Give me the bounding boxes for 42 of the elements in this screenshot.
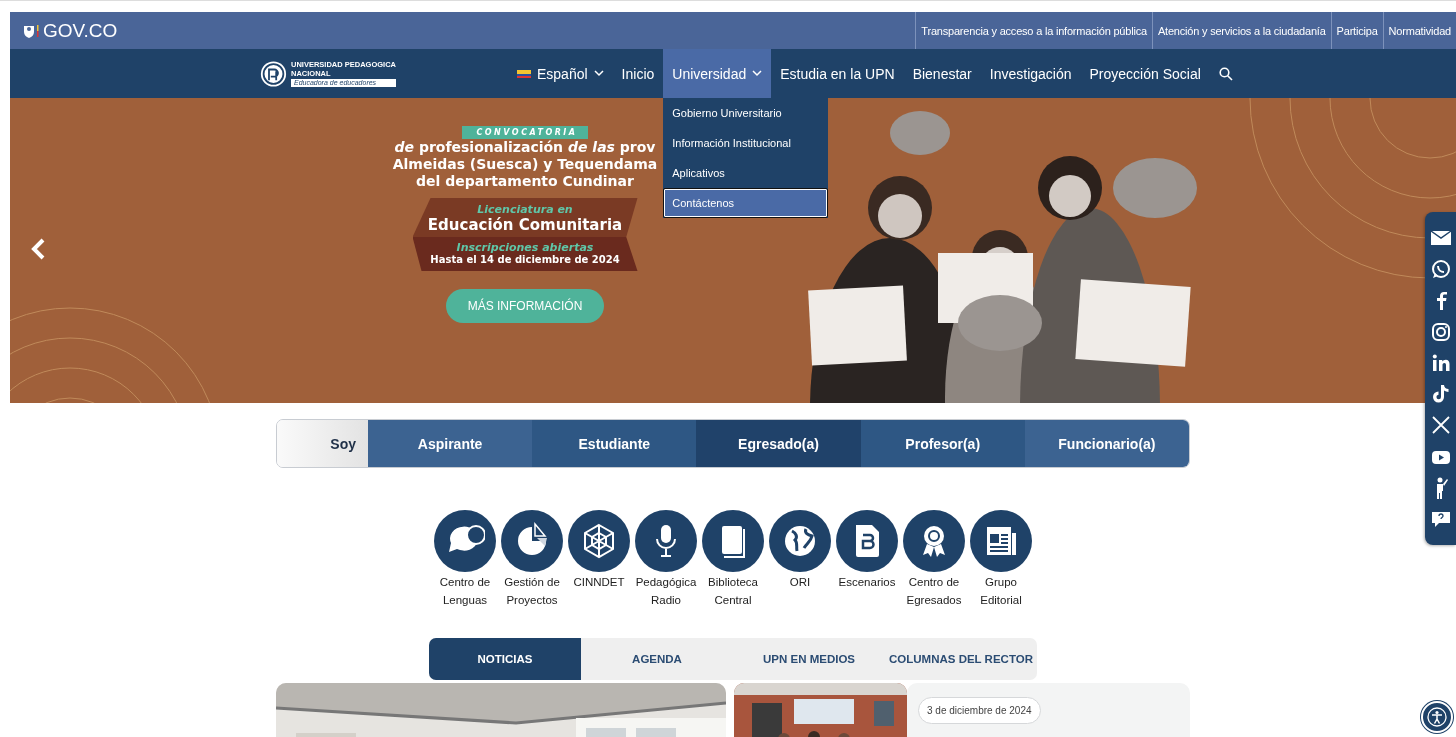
accessibility-icon bbox=[1427, 707, 1447, 727]
nav-link[interactable]: Universidad bbox=[663, 49, 772, 98]
audience-tab[interactable]: Profesor(a) bbox=[860, 420, 1025, 467]
deadline-text: Hasta el 14 de diciembre de 2024 bbox=[430, 254, 620, 265]
nav-link[interactable]: Investigación bbox=[980, 49, 1081, 98]
chat-phone-icon[interactable] bbox=[1429, 257, 1452, 280]
dropdown-item[interactable]: Aplicativos bbox=[663, 158, 829, 188]
nav-link[interactable]: Inicio bbox=[612, 49, 664, 98]
program-kicker: Licenciatura en bbox=[477, 203, 573, 216]
banner-heading: de profesionalización de las prov bbox=[394, 139, 656, 156]
soy-label: Soy bbox=[330, 435, 356, 452]
flag-icon bbox=[517, 69, 531, 78]
gov-logo-text[interactable]: GOV.CO bbox=[43, 19, 118, 42]
nav-link[interactable]: Bienestar bbox=[903, 49, 981, 98]
university-seal-icon bbox=[260, 58, 287, 89]
news-tab[interactable]: COLUMNAS DEL RECTOR bbox=[885, 638, 1037, 680]
dropdown-item[interactable]: Contáctenos bbox=[663, 188, 829, 218]
dropdown-item[interactable]: Gobierno Universitario bbox=[663, 98, 829, 128]
audience-tab[interactable]: Aspirante bbox=[368, 420, 533, 467]
nav-link[interactable]: Proyección Social bbox=[1080, 49, 1210, 98]
nav-link[interactable]: Español bbox=[508, 49, 613, 98]
banner-heading: Almeidas (Suesca) y Tequendama bbox=[392, 156, 658, 173]
date-badge: 3 de diciembre de 2024 bbox=[918, 697, 1041, 724]
nav-link[interactable]: Estudia en la UPN bbox=[771, 49, 904, 98]
chevron-left-icon[interactable] bbox=[30, 238, 46, 260]
news-tab[interactable]: AGENDA bbox=[581, 638, 733, 680]
enrollment-status: Inscripciones abiertas bbox=[456, 241, 594, 254]
instagram-icon[interactable] bbox=[1429, 320, 1452, 343]
program-title: Educación Comunitaria bbox=[427, 216, 623, 234]
dropdown-item[interactable]: Información Institucional bbox=[663, 128, 829, 158]
shield-icon bbox=[22, 22, 39, 39]
audience-tab[interactable]: Estudiante bbox=[532, 420, 697, 467]
news-tab[interactable]: NOTICIAS bbox=[429, 638, 581, 680]
audience-tab[interactable]: Egresado(a) bbox=[696, 420, 861, 467]
search-icon bbox=[1218, 66, 1233, 81]
banner-heading: del departamento Cundinar bbox=[416, 173, 634, 190]
chevron-down-icon bbox=[593, 70, 604, 77]
banner-tag: CONVOCATORIA bbox=[462, 126, 588, 139]
chevron-down-icon bbox=[752, 70, 763, 77]
accessibility-button[interactable] bbox=[1421, 701, 1453, 733]
audience-tab[interactable]: Funcionario(a) bbox=[1024, 420, 1189, 467]
news-tab[interactable]: UPN EN MEDIOS bbox=[733, 638, 885, 680]
